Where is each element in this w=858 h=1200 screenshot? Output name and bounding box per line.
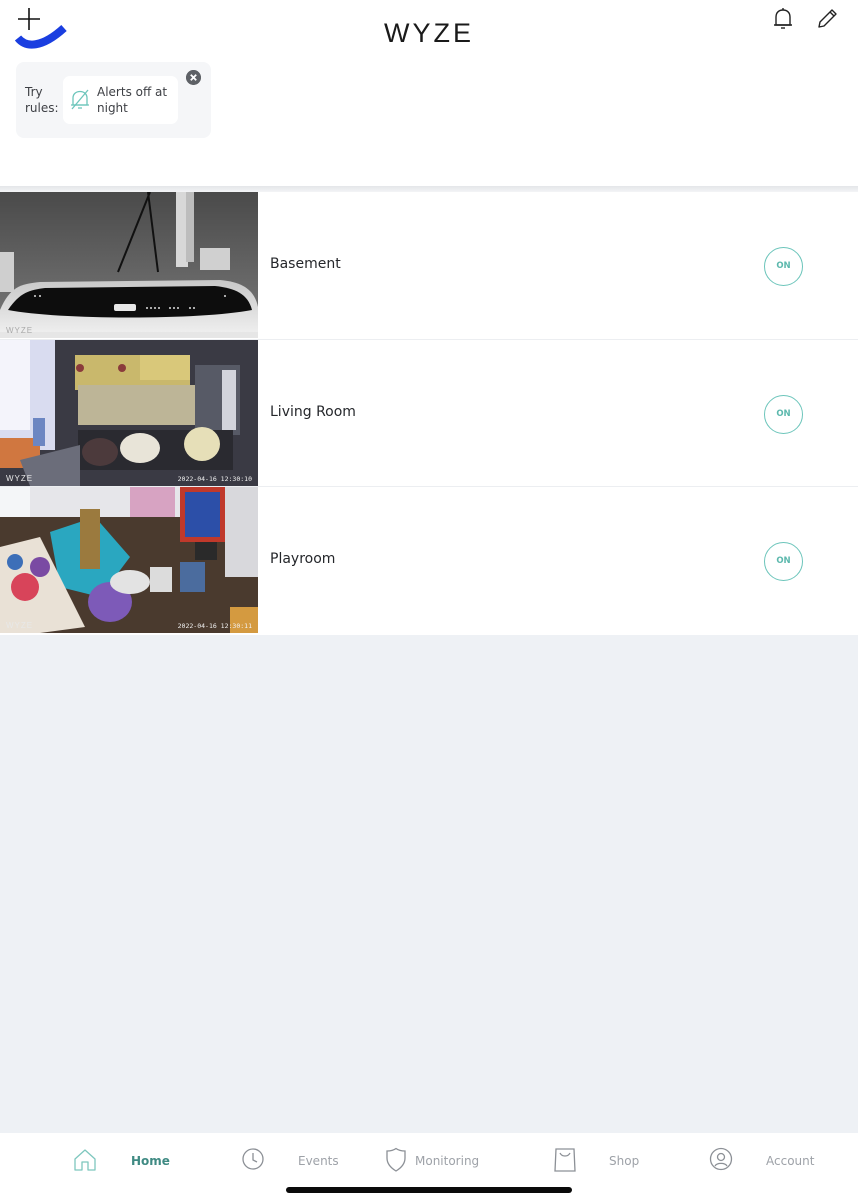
device-name: Playroom [270, 551, 336, 567]
power-toggle-button[interactable]: ON [764, 247, 803, 286]
rule-chip-alerts-off-at-night[interactable]: Alerts off at night [63, 76, 178, 124]
shield-icon [386, 1147, 406, 1172]
device-row-playroom[interactable]: WYZE 2022-04-16 12:30:11 Playroom ON [0, 487, 858, 635]
try-rules-label: Try rules: [25, 85, 59, 115]
nav-label: Shop [609, 1154, 640, 1168]
device-name: Living Room [270, 403, 356, 420]
wyze-logo: WYZE [384, 18, 474, 48]
clock-icon [242, 1148, 264, 1170]
bell-icon[interactable] [772, 7, 794, 31]
nav-item-account[interactable]: Account [709, 1147, 819, 1175]
camera-timestamp: 2022-04-16 12:30:11 [177, 622, 252, 630]
pencil-icon[interactable] [815, 7, 839, 31]
camera-snapshot-image [0, 339, 258, 486]
header: WYZE Try rules: Alerts off at night [0, 0, 858, 188]
power-toggle-button[interactable]: ON [764, 542, 803, 581]
nav-label: Events [298, 1154, 339, 1168]
device-row-living-room[interactable]: WYZE 2022-04-16 12:30:10 Living Room ON [0, 339, 858, 487]
bell-off-icon [71, 89, 89, 110]
camera-watermark: WYZE [6, 326, 34, 335]
nav-label: Monitoring [415, 1154, 480, 1168]
camera-snapshot-image [0, 192, 258, 338]
device-row-basement[interactable]: WYZE Basement ON [0, 192, 858, 340]
device-name: Basement [270, 256, 341, 272]
nav-label: Home [131, 1154, 170, 1168]
power-toggle-button[interactable]: ON [764, 394, 803, 434]
rule-chip-label: Alerts off at night [97, 85, 168, 115]
home-icon [74, 1149, 96, 1171]
camera-thumbnail-basement[interactable]: WYZE [0, 192, 258, 338]
nav-item-shop[interactable]: Shop [553, 1147, 643, 1175]
camera-timestamp: 2022-04-16 12:30:10 [177, 474, 252, 483]
camera-watermark: WYZE [6, 473, 34, 483]
camera-thumbnail-living-room[interactable]: WYZE 2022-04-16 12:30:10 [0, 339, 258, 486]
nav-item-home[interactable]: Home [73, 1147, 173, 1175]
nav-label: Account [766, 1154, 815, 1168]
close-circle-icon[interactable] [186, 70, 201, 85]
account-icon [709, 1147, 733, 1171]
nav-item-events[interactable]: Events [241, 1147, 341, 1175]
shopping-bag-icon [554, 1148, 576, 1172]
home-indicator-bar[interactable] [286, 1187, 572, 1193]
try-rules-card: Try rules: Alerts off at night [16, 62, 211, 138]
device-list: WYZE Basement ON WYZE 2022-04-16 12:30:1… [0, 192, 858, 635]
nav-item-monitoring[interactable]: Monitoring [384, 1147, 494, 1175]
camera-snapshot-image [0, 487, 258, 633]
camera-watermark: WYZE [6, 621, 34, 630]
camera-thumbnail-playroom[interactable]: WYZE 2022-04-16 12:30:11 [0, 487, 258, 633]
